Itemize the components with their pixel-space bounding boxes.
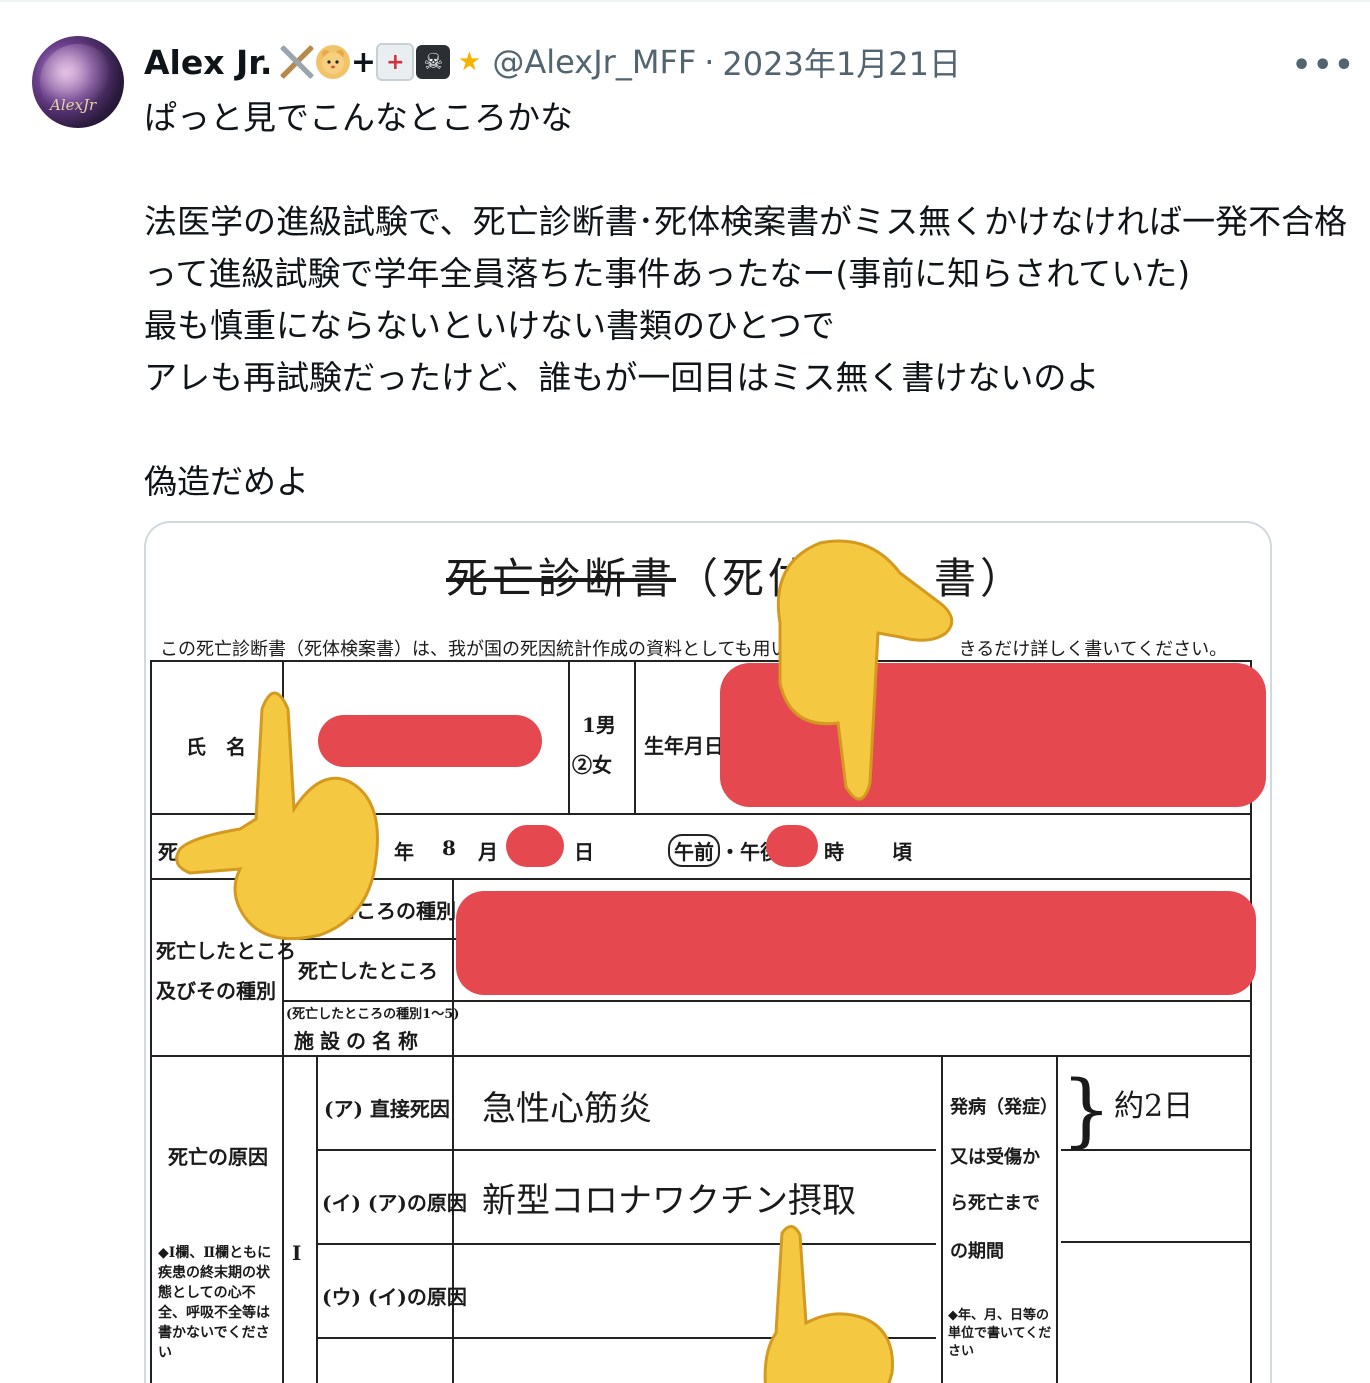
tweet-image[interactable]: 死亡診断書（死体 書） この死亡診断書（死体検案書）は、我が国の死因統計作成の資料…	[144, 521, 1272, 1383]
redaction-day	[506, 825, 564, 867]
place-label: 死亡したところ	[298, 959, 438, 983]
pointing-hand-icon	[776, 539, 954, 801]
grid-line	[282, 1055, 284, 1383]
row-c-label: (ウ) (イ)の原因	[322, 1285, 467, 1309]
grid-line	[150, 660, 152, 1383]
onset-label-4: の期間	[950, 1241, 1004, 1262]
year-label: 年	[394, 840, 414, 864]
tweet-text: ぱっと見でこんなところかな 法医学の進級試験で、死亡診断書･死体検案書がミス無く…	[144, 98, 1348, 501]
tweet-header: Alex Jr. + ☠ ★ @AlexJr_MFF · 2023年1月21日	[144, 38, 961, 86]
sex-female: ②女	[572, 753, 612, 777]
cause-roman: Ⅰ	[292, 1241, 302, 1265]
onset-label-1: 発病（発症）	[950, 1097, 1058, 1118]
header-separator: ·	[704, 43, 715, 81]
grid-line	[568, 660, 570, 813]
title-struck: 死亡診断書	[446, 554, 677, 603]
display-name[interactable]: Alex Jr.	[144, 43, 272, 82]
cause-section-label: 死亡の原因	[168, 1145, 268, 1169]
onset-value: 約2日	[1114, 1089, 1194, 1124]
name-emojis: + ☠ ★	[280, 43, 486, 81]
day-label: 日	[574, 840, 594, 864]
plus-sign: +	[350, 44, 376, 80]
sex-male: 1男	[582, 713, 616, 737]
pointing-hand-icon	[175, 691, 379, 941]
month-value: 8	[442, 836, 456, 860]
birth-label: 生年月日	[644, 734, 724, 758]
redaction-hour	[766, 825, 818, 867]
ambulance-icon	[376, 43, 415, 81]
grid-line	[316, 1055, 318, 1383]
row-b-value: 新型コロナワクチン摂取	[482, 1181, 856, 1221]
grid-line	[634, 660, 636, 813]
note-end: きるだけ詳しく書いてください。	[958, 639, 1228, 660]
hour-label: 時	[824, 840, 844, 864]
hamster-icon	[316, 45, 351, 79]
onset-label-2: 又は受傷か	[950, 1147, 1040, 1168]
place-section-label-2: 及びその種別	[156, 979, 276, 1003]
onset-note: ◆年、月、日等の単位で書いてください	[948, 1308, 1052, 1359]
dizzy-star-icon: ★	[457, 47, 482, 77]
grid-line	[150, 660, 1252, 662]
avatar-signature: AlexJr	[50, 96, 97, 114]
grid-line	[316, 1149, 936, 1151]
death-certificate-image: 死亡診断書（死体 書） この死亡診断書（死体検案書）は、我が国の死因統計作成の資料…	[146, 523, 1270, 1383]
redaction-place	[456, 891, 1256, 995]
row-b-label: (イ) (ア)の原因	[322, 1191, 467, 1215]
facility-note: (死亡したところの種別1～5)	[286, 1007, 460, 1022]
am-label: 午前	[668, 834, 720, 867]
top-divider	[0, 0, 1370, 2]
tweet-date[interactable]: 2023年1月21日	[722, 39, 961, 85]
grid-line	[941, 1055, 943, 1383]
crossed-swords-icon	[280, 45, 315, 79]
grid-line	[1061, 1241, 1251, 1243]
facility-label: 施設の名称	[294, 1029, 424, 1053]
pirate-flag-icon: ☠	[416, 45, 451, 79]
pointing-hand-icon	[763, 1225, 894, 1383]
avatar[interactable]: AlexJr	[32, 36, 124, 128]
grid-line	[282, 1000, 1252, 1002]
row-a-label: (ア) 直接死因	[324, 1097, 450, 1121]
approx-label: 頃	[892, 840, 912, 864]
document-note: この死亡診断書（死体検案書）は、我が国の死因統計作成の資料としても用い きるだけ詳…	[160, 635, 1227, 661]
row-a-value: 急性心筋炎	[482, 1089, 652, 1129]
brace: }	[1061, 1063, 1112, 1156]
grid-line	[452, 1055, 454, 1383]
more-icon[interactable]: •••	[1292, 48, 1356, 83]
month-label: 月	[478, 840, 498, 864]
note-start: この死亡診断書（死体検案書）は、我が国の死因統計作成の資料としても用い	[160, 639, 789, 660]
user-handle[interactable]: @AlexJr_MFF	[492, 43, 696, 81]
onset-label-3: ら死亡まで	[950, 1193, 1040, 1214]
cause-note: ◆Ⅰ欄、Ⅱ欄ともに疾患の終末期の状態としての心不全、呼吸不全等は書かないでくださ…	[158, 1245, 272, 1361]
